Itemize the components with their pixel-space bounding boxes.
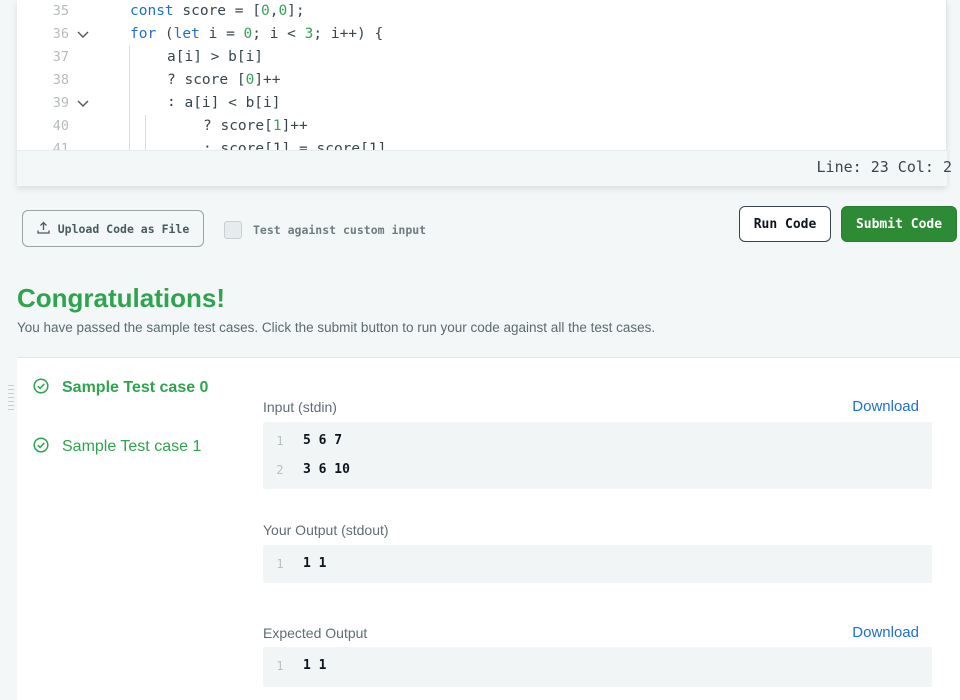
io-line-number: 1 xyxy=(276,659,284,673)
output-box: 1 1 1 xyxy=(263,545,932,583)
io-line-value: 1 1 xyxy=(303,658,327,673)
line-number: 40 xyxy=(52,118,69,134)
line-number: 41 xyxy=(52,141,69,150)
io-line-value: 3 6 10 xyxy=(303,462,350,477)
line-number: 38 xyxy=(52,72,69,88)
test-case-label: Sample Test case 1 xyxy=(62,438,202,455)
test-case-tab-0[interactable]: Sample Test case 0 xyxy=(33,376,208,400)
io-line: 1 1 1 xyxy=(263,554,932,574)
cursor-position: Line: 23 Col: 2 xyxy=(816,158,952,176)
output-label: Your Output (stdout) xyxy=(263,522,389,538)
io-line-number: 1 xyxy=(276,434,284,448)
line-number: 35 xyxy=(52,3,69,19)
line-number: 39 xyxy=(52,95,69,111)
code-line: 41 : score[1] = score[1] xyxy=(17,138,947,150)
io-line: 1 1 1 xyxy=(263,656,932,676)
io-line-value: 1 1 xyxy=(303,556,327,571)
code-line: 36 for (let i = 0; i < 3; i++) { xyxy=(17,23,947,46)
test-case-tab-1[interactable]: Sample Test case 1 xyxy=(33,435,201,459)
code-text: a[i] > b[i] xyxy=(167,49,264,65)
fold-chevron-icon[interactable] xyxy=(73,23,93,46)
code-line: 39 ∶ a[i] < b[i] xyxy=(17,92,947,115)
expected-label: Expected Output xyxy=(263,625,368,641)
code-line: 38 ? score [0]++ xyxy=(17,69,947,92)
expected-box: 1 1 1 xyxy=(263,647,932,687)
code-line: 35 const score = [0,0]; xyxy=(17,0,947,23)
run-code-button[interactable]: Run Code xyxy=(739,206,831,242)
check-circle-icon xyxy=(33,377,49,399)
code-text: : score[1] = score[1] xyxy=(203,141,387,150)
upload-code-label: Upload Code as File xyxy=(57,221,190,236)
code-editor[interactable]: 35 const score = [0,0]; 36 for (let i = … xyxy=(17,0,952,186)
grip-icon xyxy=(8,385,14,413)
io-line-number: 1 xyxy=(276,557,284,571)
download-input-link[interactable]: Download xyxy=(852,398,919,415)
fold-chevron-icon[interactable] xyxy=(73,92,93,115)
result-subtitle: You have passed the sample test cases. C… xyxy=(17,320,656,335)
code-line: 40 ? score[1]++ xyxy=(17,115,947,138)
code-viewport[interactable]: 35 const score = [0,0]; 36 for (let i = … xyxy=(17,0,947,150)
code-text: ∶ a[i] < b[i] xyxy=(167,95,281,111)
check-circle-icon xyxy=(33,436,49,458)
submit-code-button[interactable]: Submit Code xyxy=(841,206,957,242)
line-number: 36 xyxy=(52,26,69,42)
editor-status-bar: Line: 23 Col: 2 xyxy=(17,150,952,186)
download-expected-link[interactable]: Download xyxy=(852,624,919,641)
line-number: 37 xyxy=(52,49,69,65)
input-label: Input (stdin) xyxy=(263,399,337,415)
custom-input-label[interactable]: Test against custom input xyxy=(253,223,426,237)
result-title: Congratulations! xyxy=(17,283,225,313)
custom-input-checkbox[interactable] xyxy=(224,221,242,239)
io-line-number: 2 xyxy=(276,463,284,477)
io-line: 1 5 6 7 xyxy=(263,431,932,451)
io-line: 2 3 6 10 xyxy=(263,460,932,480)
io-line-value: 5 6 7 xyxy=(303,433,343,448)
upload-code-button[interactable]: Upload Code as File xyxy=(22,210,204,247)
code-text: const score = [0,0]; xyxy=(130,3,305,19)
code-line: 37 a[i] > b[i] xyxy=(17,46,947,69)
test-case-label: Sample Test case 0 xyxy=(62,379,209,396)
upload-icon xyxy=(37,221,50,237)
code-text: ? score[1]++ xyxy=(203,118,308,134)
code-text: ? score [0]++ xyxy=(167,72,281,88)
input-box: 1 5 6 7 2 3 6 10 xyxy=(263,422,932,489)
code-text: for (let i = 0; i < 3; i++) { xyxy=(130,26,384,42)
